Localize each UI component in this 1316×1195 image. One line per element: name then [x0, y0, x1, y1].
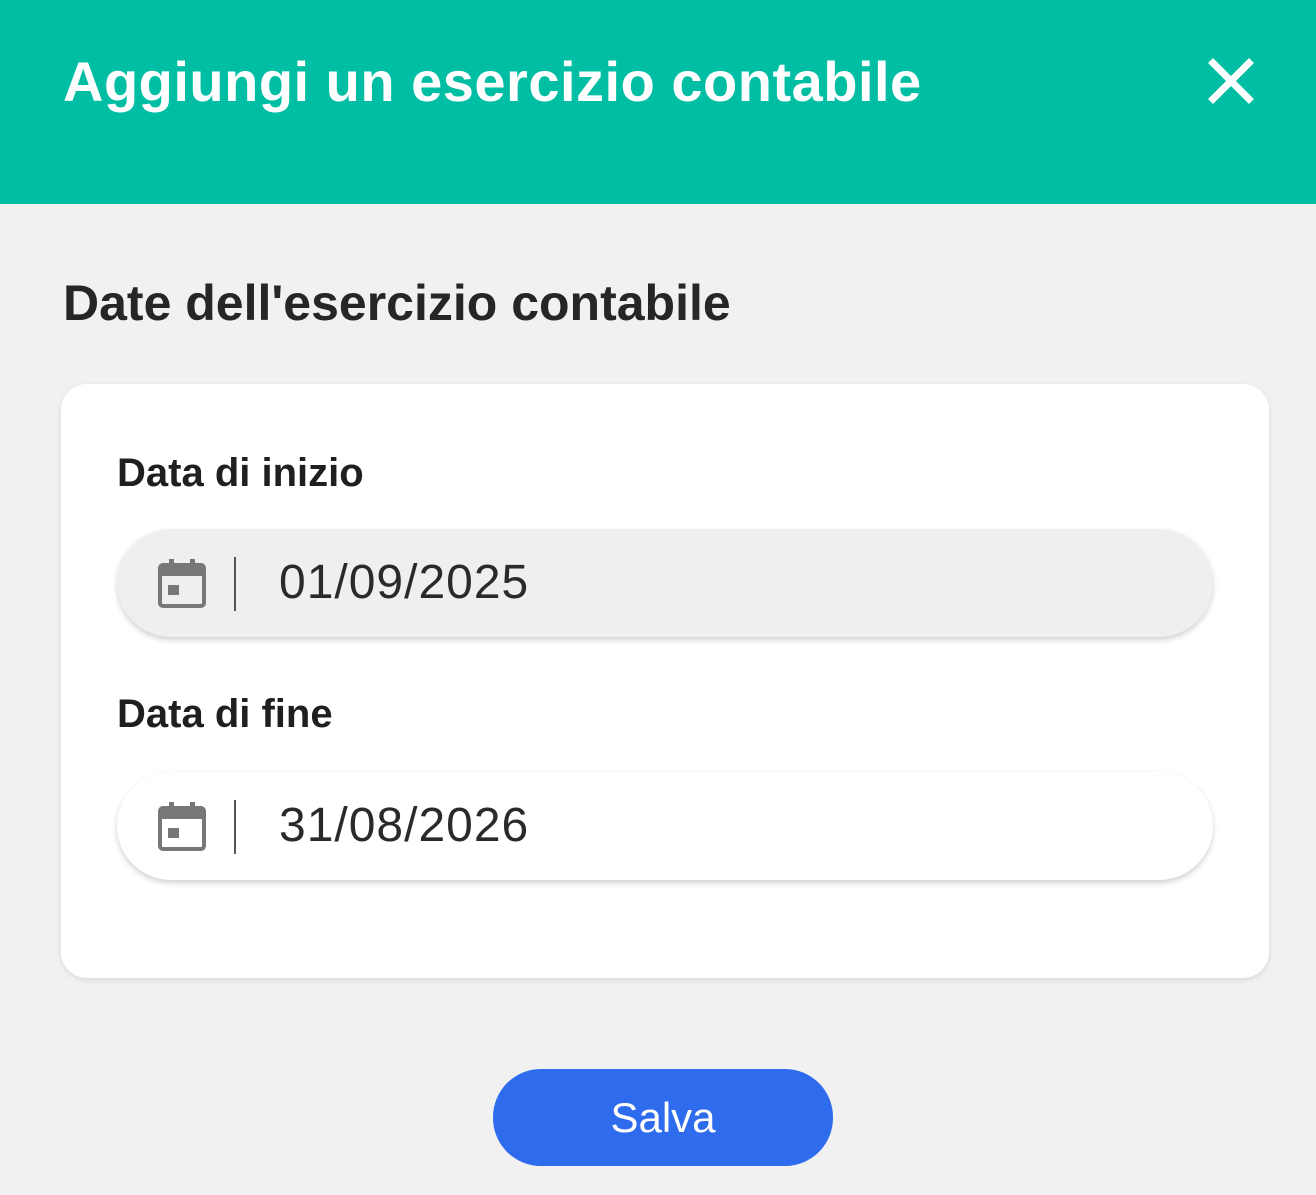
save-button[interactable]: Salva [493, 1069, 833, 1166]
end-date-field[interactable]: 31/08/2026 [117, 772, 1213, 880]
end-date-label: Data di fine [117, 692, 333, 736]
start-date-value[interactable]: 01/09/2025 [279, 555, 529, 611]
start-date-label: Data di inizio [117, 451, 364, 495]
add-fiscal-year-dialog: Aggiungi un esercizio contabile Date del… [0, 0, 1316, 1195]
start-date-field[interactable]: 01/09/2025 [117, 529, 1213, 637]
end-date-value[interactable]: 31/08/2026 [279, 798, 529, 854]
field-divider [234, 557, 236, 611]
close-button[interactable] [1196, 46, 1266, 116]
close-icon [1208, 58, 1254, 104]
dialog-title: Aggiungi un esercizio contabile [63, 50, 922, 113]
calendar-icon[interactable] [158, 801, 206, 851]
dates-card: Data di inizio 01/09/2025 Data di fine 3… [61, 384, 1269, 978]
dialog-header: Aggiungi un esercizio contabile [0, 0, 1316, 204]
field-divider [234, 800, 236, 854]
section-title: Date dell'esercizio contabile [63, 275, 731, 331]
calendar-icon[interactable] [158, 558, 206, 608]
